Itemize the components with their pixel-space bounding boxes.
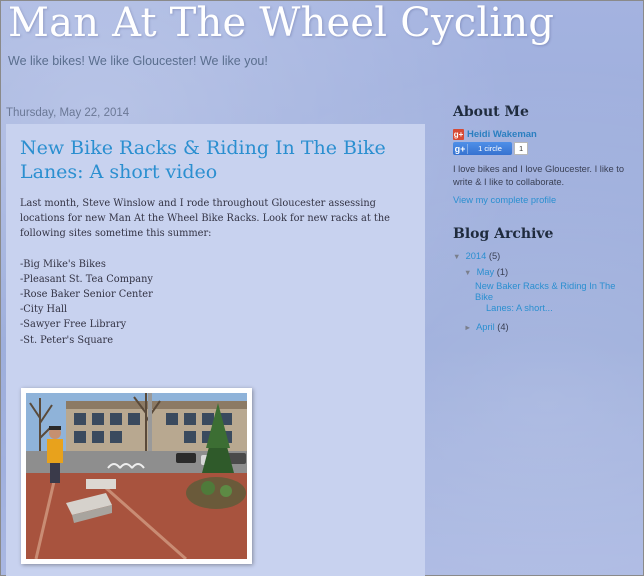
profile-name-link[interactable]: Heidi Wakeman bbox=[467, 129, 537, 140]
archive-post-link[interactable]: New Baker Racks & Riding In The Bike Lan… bbox=[475, 281, 635, 314]
list-item: -Rose Baker Senior Center bbox=[20, 289, 153, 301]
archive-year-count: (5) bbox=[488, 251, 501, 261]
archive-month-count: (4) bbox=[497, 322, 509, 332]
post-intro: Last month, Steve Winslow and I rode thr… bbox=[20, 198, 390, 240]
about-me-heading: About Me bbox=[453, 104, 529, 120]
post-photo[interactable] bbox=[26, 393, 247, 559]
about-bio: I love bikes and I love Gloucester. I li… bbox=[453, 164, 625, 187]
archive-month-row: ► April (4) bbox=[464, 319, 641, 335]
archive-post-title-line2: Lanes: A short... bbox=[486, 303, 553, 313]
view-profile-link[interactable]: View my complete profile bbox=[453, 195, 641, 205]
blog-title[interactable]: Man At The Wheel Cycling bbox=[8, 0, 554, 46]
post-panel: New Bike Racks & Riding In The Bike Lane… bbox=[6, 124, 425, 576]
archive-month-link[interactable]: April bbox=[476, 322, 495, 332]
post-date: Thursday, May 22, 2014 bbox=[6, 107, 130, 119]
circle-row: g+ 1 circle 1 bbox=[453, 142, 641, 155]
archive-year-link[interactable]: 2014 bbox=[466, 251, 487, 261]
location-list: -Big Mike's Bikes -Pleasant St. Tea Comp… bbox=[20, 257, 416, 348]
archive-month-row: ▼ May (1) bbox=[464, 264, 641, 280]
google-plus-icon: g+ bbox=[453, 143, 468, 154]
google-plus-icon[interactable]: g+ bbox=[453, 129, 464, 140]
sidebar: About Me g+ Heidi Wakeman g+ 1 circle 1 … bbox=[453, 104, 641, 335]
blog-archive: ▼ 2014 (5) ▼ May (1) New Baker Racks & R… bbox=[453, 248, 641, 335]
blog-archive-heading: Blog Archive bbox=[453, 226, 554, 242]
post-photo-frame[interactable] bbox=[21, 388, 252, 564]
list-item: -City Hall bbox=[20, 304, 68, 316]
post-body: Last month, Steve Winslow and I rode thr… bbox=[20, 196, 416, 348]
list-item: -Sawyer Free Library bbox=[20, 319, 127, 331]
expand-triangle-icon[interactable]: ► bbox=[464, 320, 474, 336]
list-item: -Pleasant St. Tea Company bbox=[20, 273, 153, 285]
archive-month-link[interactable]: May bbox=[477, 267, 495, 277]
archive-year-row: ▼ 2014 (5) bbox=[453, 248, 641, 264]
circle-count-badge: 1 bbox=[514, 142, 529, 155]
add-to-circles-button[interactable]: g+ 1 circle bbox=[453, 142, 512, 155]
post-title[interactable]: New Bike Racks & Riding In The Bike Lane… bbox=[20, 136, 410, 184]
archive-post-title-line1: New Baker Racks & Riding In The Bike bbox=[475, 281, 616, 302]
circle-label: 1 circle bbox=[478, 144, 502, 153]
blog-description: We like bikes! We like Gloucester! We li… bbox=[8, 54, 268, 68]
list-item: -St. Peter's Square bbox=[20, 334, 114, 346]
profile-row: g+ Heidi Wakeman bbox=[453, 129, 641, 140]
collapse-triangle-icon[interactable]: ▼ bbox=[453, 249, 463, 265]
collapse-triangle-icon[interactable]: ▼ bbox=[464, 265, 474, 281]
archive-month-count: (1) bbox=[496, 267, 509, 277]
list-item: -Big Mike's Bikes bbox=[20, 258, 106, 270]
